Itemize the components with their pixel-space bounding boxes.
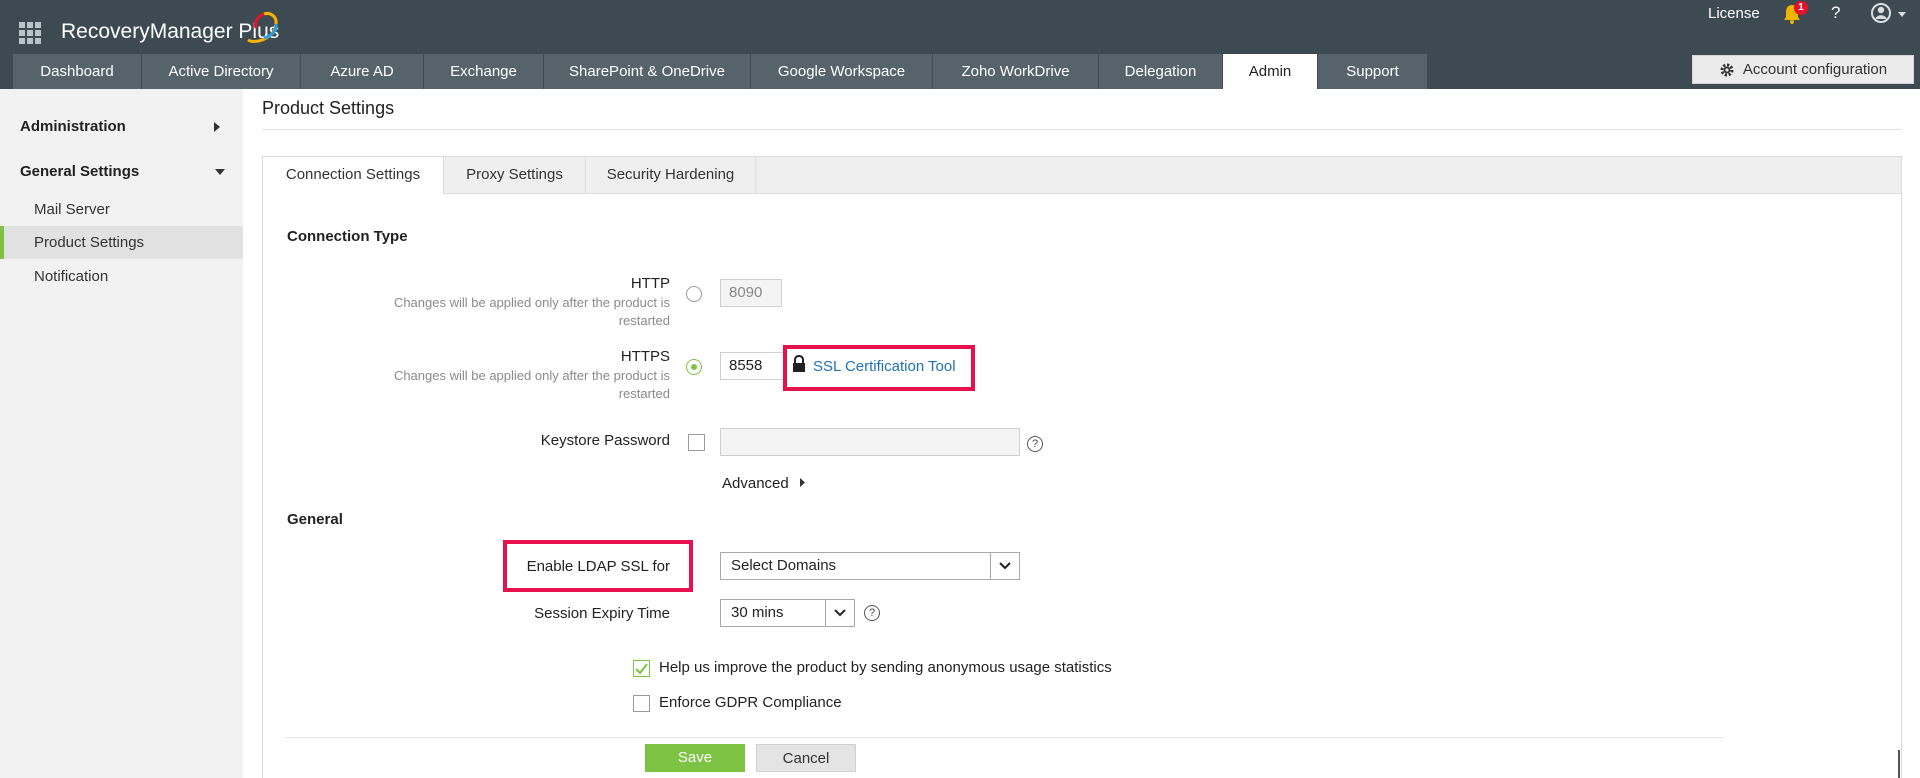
tab-google-workspace[interactable]: Google Workspace: [751, 54, 933, 89]
tab-exchange[interactable]: Exchange: [424, 54, 544, 89]
session-expiry-select[interactable]: 30 mins: [720, 599, 855, 627]
help-icon[interactable]: ?: [1831, 3, 1840, 23]
help-icon[interactable]: ?: [864, 605, 880, 621]
top-header: RecoveryManager Plus License 1 ? Dashboa…: [0, 0, 1920, 89]
https-radio[interactable]: [686, 359, 702, 375]
sidebar-item-product-settings[interactable]: Product Settings: [0, 226, 243, 259]
tab-proxy-settings[interactable]: Proxy Settings: [444, 157, 586, 193]
chevron-right-icon[interactable]: [214, 122, 220, 132]
logo-swirl-icon: [247, 12, 278, 43]
https-hint-line1: Changes will be applied only after the p…: [393, 368, 670, 383]
ldap-ssl-domains-select[interactable]: Select Domains: [720, 552, 1020, 580]
help-icon[interactable]: ?: [1027, 436, 1043, 452]
advanced-toggle[interactable]: Advanced: [722, 475, 789, 492]
http-hint-line1: Changes will be applied only after the p…: [393, 295, 670, 310]
settings-panel: Connection Settings Proxy Settings Secur…: [262, 156, 1902, 778]
https-hint-line2: restarted: [618, 386, 670, 401]
tab-zoho-workdrive[interactable]: Zoho WorkDrive: [933, 54, 1099, 89]
session-expiry-label: Session Expiry Time: [534, 605, 670, 622]
usage-stats-checkbox[interactable]: [633, 660, 650, 677]
https-label: HTTPS: [620, 348, 670, 365]
lock-icon: [793, 355, 805, 372]
keystore-password-input[interactable]: [720, 428, 1020, 456]
scrollbar[interactable]: [1898, 750, 1900, 778]
tab-admin[interactable]: Admin: [1223, 54, 1318, 89]
footer-divider: [285, 737, 1725, 738]
tab-security-hardening[interactable]: Security Hardening: [586, 157, 756, 193]
sidebar-administration[interactable]: Administration: [20, 118, 126, 135]
tab-sharepoint-onedrive[interactable]: SharePoint & OneDrive: [544, 54, 751, 89]
account-configuration-label: Account configuration: [1742, 61, 1888, 78]
tab-delegation[interactable]: Delegation: [1099, 54, 1223, 89]
chevron-right-icon[interactable]: [800, 478, 805, 487]
general-heading: General: [287, 511, 343, 528]
http-port-input[interactable]: 8090: [720, 279, 782, 307]
tab-azure-ad[interactable]: Azure AD: [301, 54, 424, 89]
gdpr-checkbox[interactable]: [633, 695, 650, 712]
main-nav-tabs: Dashboard Active Directory Azure AD Exch…: [13, 54, 1428, 89]
http-hint-line2: restarted: [618, 313, 670, 328]
ssl-certification-tool-link[interactable]: SSL Certification Tool: [813, 358, 956, 375]
usage-stats-label: Help us improve the product by sending a…: [659, 659, 1112, 676]
save-button[interactable]: Save: [645, 744, 745, 772]
connection-type-heading: Connection Type: [287, 228, 408, 245]
http-label: HTTP: [630, 275, 670, 292]
dropdown-arrow-icon: [990, 553, 1019, 579]
settings-subtabs: Connection Settings Proxy Settings Secur…: [263, 157, 1901, 194]
tab-active-directory[interactable]: Active Directory: [142, 54, 301, 89]
tab-dashboard[interactable]: Dashboard: [13, 54, 142, 89]
sidebar-item-mail-server[interactable]: Mail Server: [0, 193, 243, 226]
license-link[interactable]: License: [1708, 5, 1760, 22]
sidebar: Administration General Settings Mail Ser…: [0, 89, 243, 778]
title-divider: [262, 129, 1902, 130]
tab-support[interactable]: Support: [1318, 54, 1428, 89]
keystore-password-label: Keystore Password: [540, 432, 670, 449]
notification-badge: 1: [1794, 1, 1808, 15]
http-radio[interactable]: [686, 286, 702, 302]
sidebar-general-settings[interactable]: General Settings: [20, 163, 139, 180]
keystore-password-checkbox[interactable]: [688, 434, 705, 451]
dropdown-arrow-icon: [825, 600, 854, 626]
gear-icon: [1720, 63, 1734, 76]
session-expiry-value: 30 mins: [731, 604, 784, 621]
account-configuration-button[interactable]: Account configuration: [1692, 55, 1914, 84]
user-avatar-icon[interactable]: [1870, 2, 1908, 24]
checkmark-icon: [635, 663, 648, 675]
ldap-ssl-label: Enable LDAP SSL for: [526, 558, 670, 575]
https-port-input[interactable]: 8558: [720, 352, 784, 380]
sidebar-item-notification[interactable]: Notification: [0, 260, 243, 293]
tab-connection-settings[interactable]: Connection Settings: [263, 157, 444, 194]
gdpr-label: Enforce GDPR Compliance: [659, 694, 842, 711]
chevron-down-icon[interactable]: [215, 169, 225, 175]
ldap-ssl-select-value: Select Domains: [731, 557, 837, 574]
cancel-button[interactable]: Cancel: [756, 744, 856, 772]
page-title: Product Settings: [262, 98, 395, 118]
app-grid-icon[interactable]: [19, 22, 41, 44]
